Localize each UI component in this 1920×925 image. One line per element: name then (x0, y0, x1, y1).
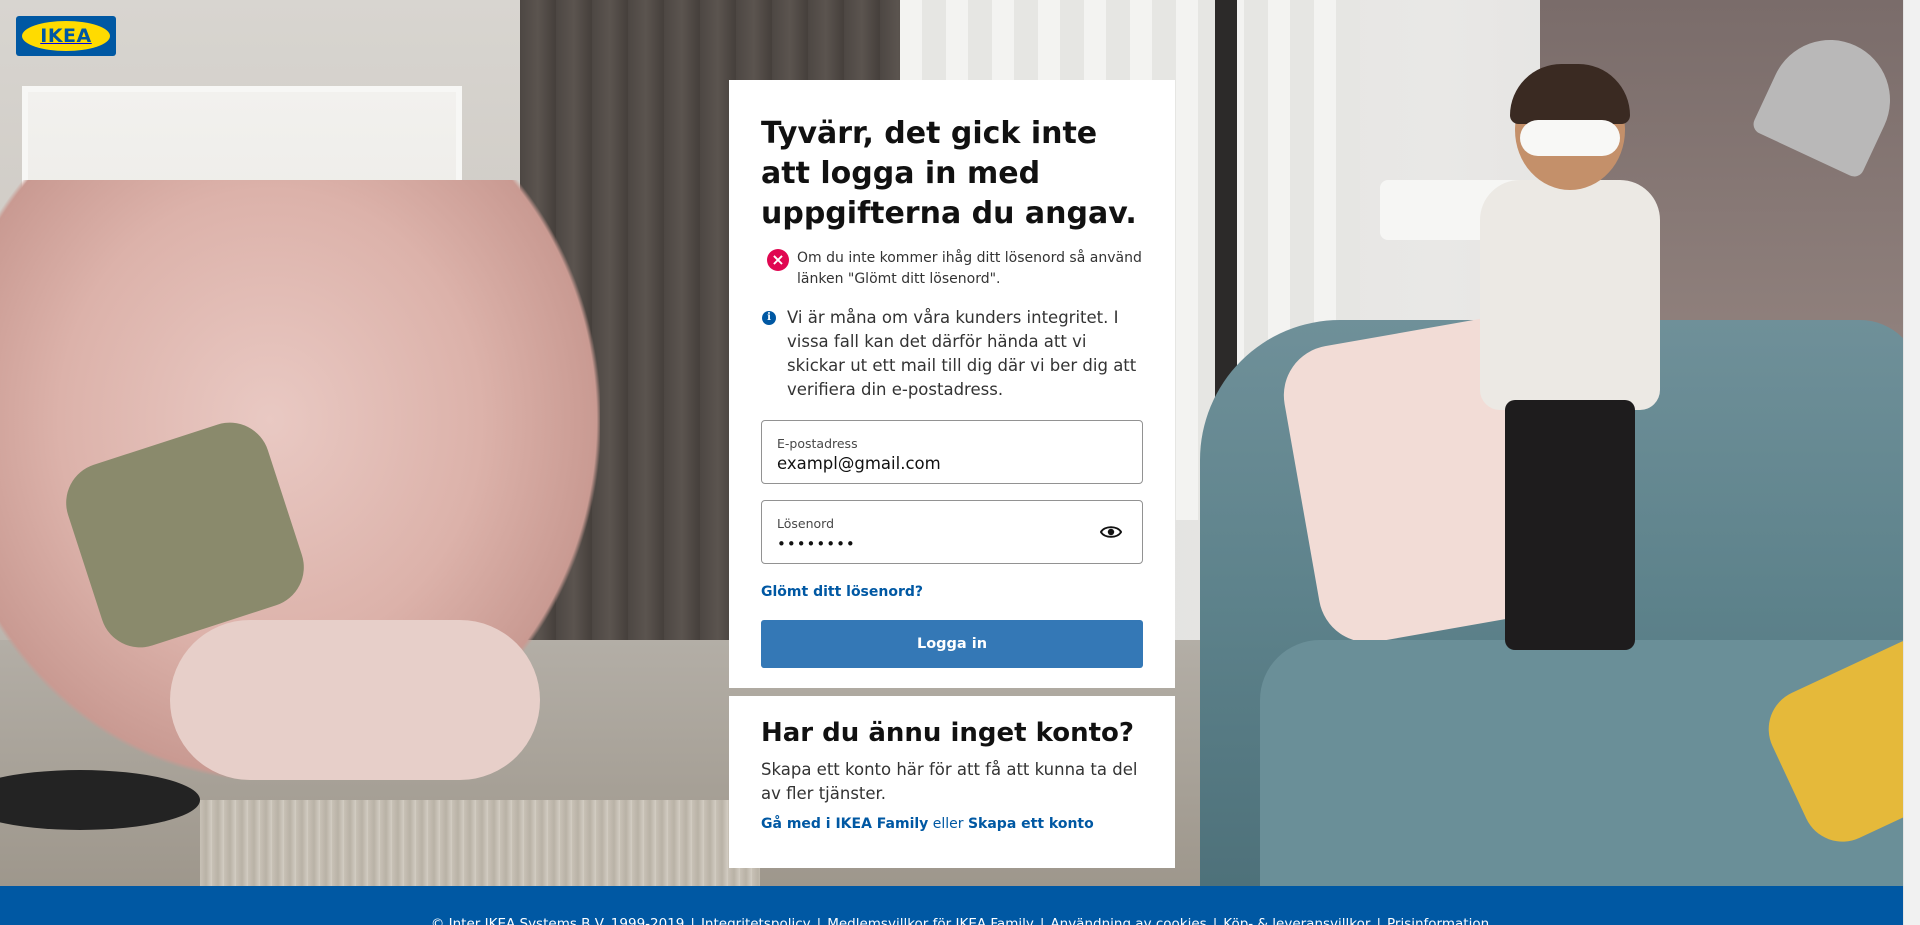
background-rug (200, 800, 760, 886)
signup-card: Har du ännu inget konto? Skapa ett konto… (729, 696, 1175, 868)
vertical-scrollbar[interactable] (1903, 0, 1920, 925)
join-ikea-family-link[interactable]: Gå med i IKEA Family (761, 816, 928, 832)
password-value[interactable]: •••••••• (777, 533, 1127, 555)
footer-copyright: © Inter IKEA Systems B.V. 1999-2019 (430, 916, 685, 925)
background-armchair-seat (170, 620, 540, 780)
footer-links: © Inter IKEA Systems B.V. 1999-2019 | Inte… (0, 916, 1920, 925)
footer: © Inter IKEA Systems B.V. 1999-2019 | Inte… (0, 886, 1920, 925)
logo-oval: IKEA (22, 21, 110, 51)
email-field[interactable]: E-postadress exampl@gmail.com (761, 420, 1143, 484)
login-button[interactable]: Logga in (761, 620, 1143, 668)
eye-icon[interactable] (1100, 523, 1122, 541)
login-card: Tyvärr, det gick inte att logga in med u… (729, 80, 1175, 688)
info-message: Vi är måna om våra kunders integritet. I… (787, 308, 1137, 399)
footer-link-price-info[interactable]: Prisinformation (1387, 916, 1489, 925)
error-message: Om du inte kommer ihåg ditt lösenord så … (797, 250, 1142, 287)
create-account-link[interactable]: Skapa ett konto (968, 816, 1094, 832)
signup-heading: Har du ännu inget konto? (761, 718, 1134, 748)
email-label: E-postadress (777, 436, 858, 451)
footer-link-privacy[interactable]: Integritetspolicy (701, 916, 811, 925)
forgot-password-link[interactable]: Glömt ditt lösenord? (761, 584, 923, 600)
error-alert: × Om du inte kommer ihåg ditt lösenord s… (761, 248, 1143, 290)
info-notice: i Vi är måna om våra kunders integritet.… (761, 306, 1143, 402)
error-icon: × (767, 249, 789, 271)
footer-link-purchase-terms[interactable]: Köp- & leveransvillkor (1223, 916, 1370, 925)
ikea-logo[interactable]: IKEA (16, 16, 116, 56)
email-value[interactable]: exampl@gmail.com (777, 453, 1127, 475)
logo-text: IKEA (40, 25, 92, 47)
footer-link-cookies[interactable]: Användning av cookies (1050, 916, 1206, 925)
password-field[interactable]: Lösenord •••••••• (761, 500, 1143, 564)
or-text: eller (932, 816, 964, 832)
login-heading: Tyvärr, det gick inte att logga in med u… (761, 116, 1137, 231)
signup-links: Gå med i IKEA Family eller Skapa ett kon… (761, 816, 1143, 832)
password-label: Lösenord (777, 516, 835, 531)
footer-link-family-terms[interactable]: Medlemsvillkor för IKEA Family (827, 916, 1034, 925)
background-child (1460, 64, 1670, 690)
info-icon: i (762, 311, 776, 325)
signup-text: Skapa ett konto här för att få att kunna… (761, 760, 1138, 803)
